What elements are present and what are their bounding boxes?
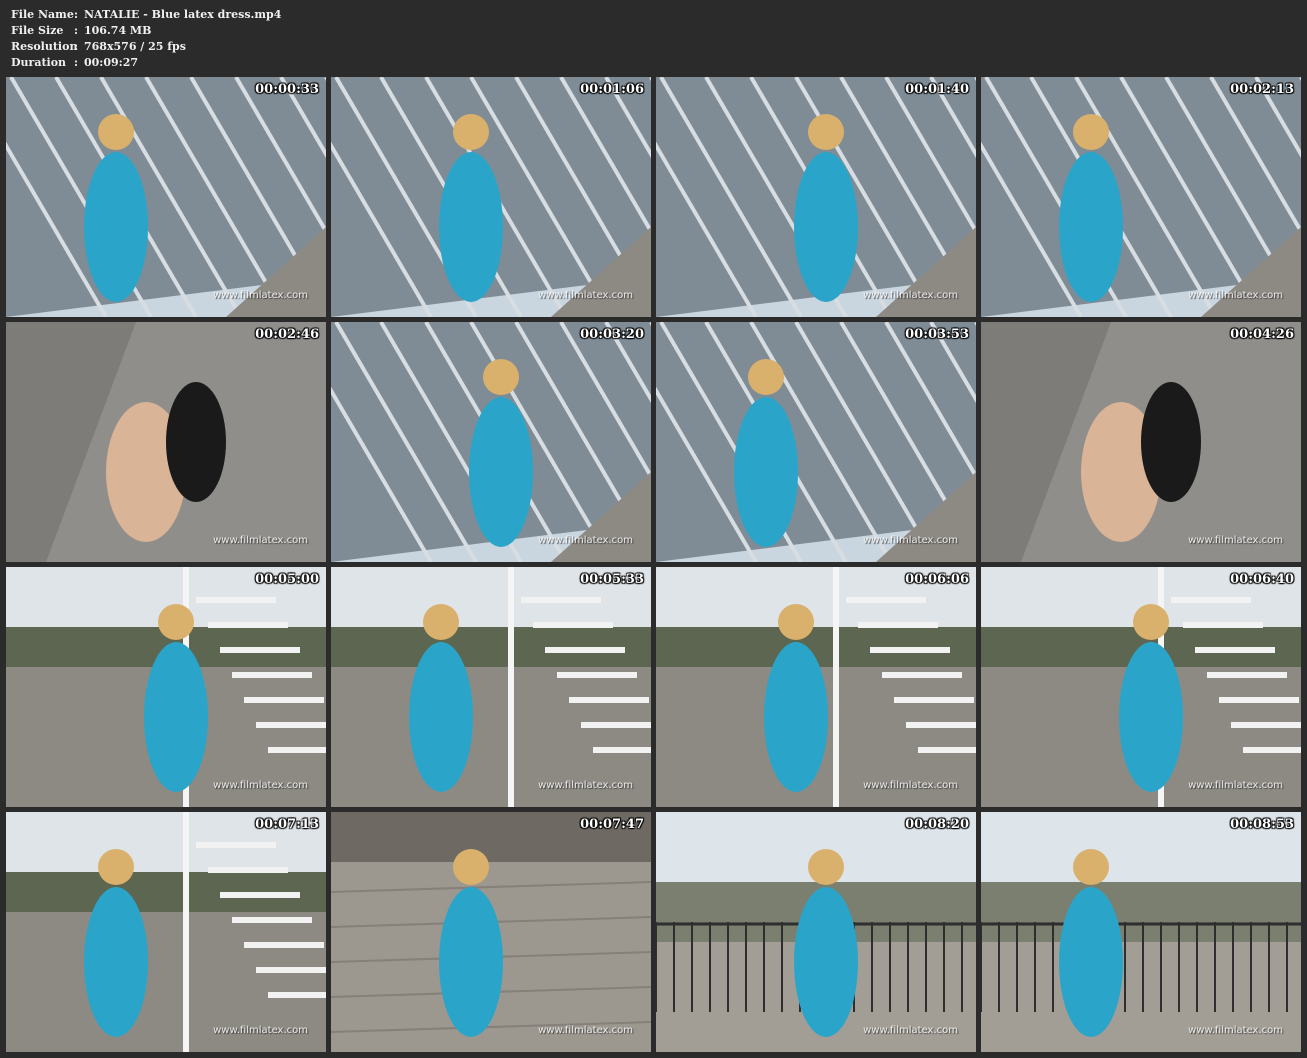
watermark-label: www.filmlatex.com	[538, 780, 633, 791]
thumbnail-image	[656, 812, 976, 1052]
timestamp-label: 00:05:33	[580, 572, 644, 587]
thumbnail-image	[656, 77, 976, 317]
watermark-label: www.filmlatex.com	[1188, 290, 1283, 301]
contact-sheet: File Name : NATALIE - Blue latex dress.m…	[0, 0, 1307, 1058]
timestamp-label: 00:08:53	[1230, 817, 1294, 832]
timestamp-label: 00:02:13	[1230, 82, 1294, 97]
video-thumbnail: 00:01:06 www.filmlatex.com	[331, 77, 651, 317]
timestamp-label: 00:04:26	[1230, 327, 1294, 342]
info-value: NATALIE - Blue latex dress.mp4	[84, 8, 282, 21]
video-thumbnail: 00:05:00 www.filmlatex.com	[6, 567, 326, 807]
video-thumbnail: 00:06:06 www.filmlatex.com	[656, 567, 976, 807]
watermark-label: www.filmlatex.com	[1188, 780, 1283, 791]
timestamp-label: 00:00:33	[255, 82, 319, 97]
thumbnail-image	[331, 77, 651, 317]
info-separator: :	[74, 24, 79, 37]
thumbnail-image	[981, 77, 1301, 317]
timestamp-label: 00:07:13	[255, 817, 319, 832]
thumbnail-image	[331, 322, 651, 562]
info-separator: :	[74, 56, 79, 69]
watermark-label: www.filmlatex.com	[863, 1025, 958, 1036]
thumbnail-image	[6, 567, 326, 807]
watermark-label: www.filmlatex.com	[863, 290, 958, 301]
video-thumbnail: 00:07:47 www.filmlatex.com	[331, 812, 651, 1052]
video-thumbnail: 00:00:33 www.filmlatex.com	[6, 77, 326, 317]
watermark-label: www.filmlatex.com	[538, 535, 633, 546]
info-label: File Size	[11, 24, 64, 37]
thumbnail-image	[331, 812, 651, 1052]
video-thumbnail: 00:03:53 www.filmlatex.com	[656, 322, 976, 562]
thumbnail-grid: 00:00:33 www.filmlatex.com 00:01:06 www.fil…	[6, 77, 1301, 1052]
info-row-file-size: File Size : 106.74 MB	[11, 23, 281, 39]
video-thumbnail: 00:01:40 www.filmlatex.com	[656, 77, 976, 317]
watermark-label: www.filmlatex.com	[1188, 1025, 1283, 1036]
timestamp-label: 00:03:53	[905, 327, 969, 342]
watermark-label: www.filmlatex.com	[213, 780, 308, 791]
thumbnail-image	[981, 322, 1301, 562]
info-separator: :	[74, 8, 79, 21]
thumbnail-image	[6, 812, 326, 1052]
timestamp-label: 00:06:40	[1230, 572, 1294, 587]
timestamp-label: 00:07:47	[580, 817, 644, 832]
timestamp-label: 00:06:06	[905, 572, 969, 587]
watermark-label: www.filmlatex.com	[538, 1025, 633, 1036]
watermark-label: www.filmlatex.com	[863, 780, 958, 791]
info-row-file-name: File Name : NATALIE - Blue latex dress.m…	[11, 7, 281, 23]
thumbnail-image	[6, 322, 326, 562]
watermark-label: www.filmlatex.com	[538, 290, 633, 301]
info-value: 106.74 MB	[84, 24, 152, 37]
timestamp-label: 00:03:20	[580, 327, 644, 342]
video-thumbnail: 00:05:33 www.filmlatex.com	[331, 567, 651, 807]
info-row-resolution: Resolution : 768x576 / 25 fps	[11, 39, 281, 55]
info-label: Resolution	[11, 40, 78, 53]
thumbnail-image	[981, 812, 1301, 1052]
watermark-label: www.filmlatex.com	[213, 290, 308, 301]
video-thumbnail: 00:08:53 www.filmlatex.com	[981, 812, 1301, 1052]
video-thumbnail: 00:07:13 www.filmlatex.com	[6, 812, 326, 1052]
timestamp-label: 00:08:20	[905, 817, 969, 832]
video-thumbnail: 00:02:46 www.filmlatex.com	[6, 322, 326, 562]
video-thumbnail: 00:03:20 www.filmlatex.com	[331, 322, 651, 562]
timestamp-label: 00:02:46	[255, 327, 319, 342]
timestamp-label: 00:01:06	[580, 82, 644, 97]
video-thumbnail: 00:02:13 www.filmlatex.com	[981, 77, 1301, 317]
thumbnail-image	[656, 567, 976, 807]
thumbnail-image	[6, 77, 326, 317]
watermark-label: www.filmlatex.com	[863, 535, 958, 546]
watermark-label: www.filmlatex.com	[1188, 535, 1283, 546]
info-label: Duration	[11, 56, 67, 69]
video-thumbnail: 00:06:40 www.filmlatex.com	[981, 567, 1301, 807]
info-separator: :	[74, 40, 79, 53]
thumbnail-image	[331, 567, 651, 807]
video-thumbnail: 00:04:26 www.filmlatex.com	[981, 322, 1301, 562]
thumbnail-image	[981, 567, 1301, 807]
info-value: 00:09:27	[84, 56, 139, 69]
thumbnail-image	[656, 322, 976, 562]
watermark-label: www.filmlatex.com	[213, 1025, 308, 1036]
video-thumbnail: 00:08:20 www.filmlatex.com	[656, 812, 976, 1052]
info-value: 768x576 / 25 fps	[84, 40, 186, 53]
info-label: File Name	[11, 8, 74, 21]
timestamp-label: 00:05:00	[255, 572, 319, 587]
watermark-label: www.filmlatex.com	[213, 535, 308, 546]
timestamp-label: 00:01:40	[905, 82, 969, 97]
info-row-duration: Duration : 00:09:27	[11, 55, 281, 71]
file-info-panel: File Name : NATALIE - Blue latex dress.m…	[11, 7, 281, 71]
